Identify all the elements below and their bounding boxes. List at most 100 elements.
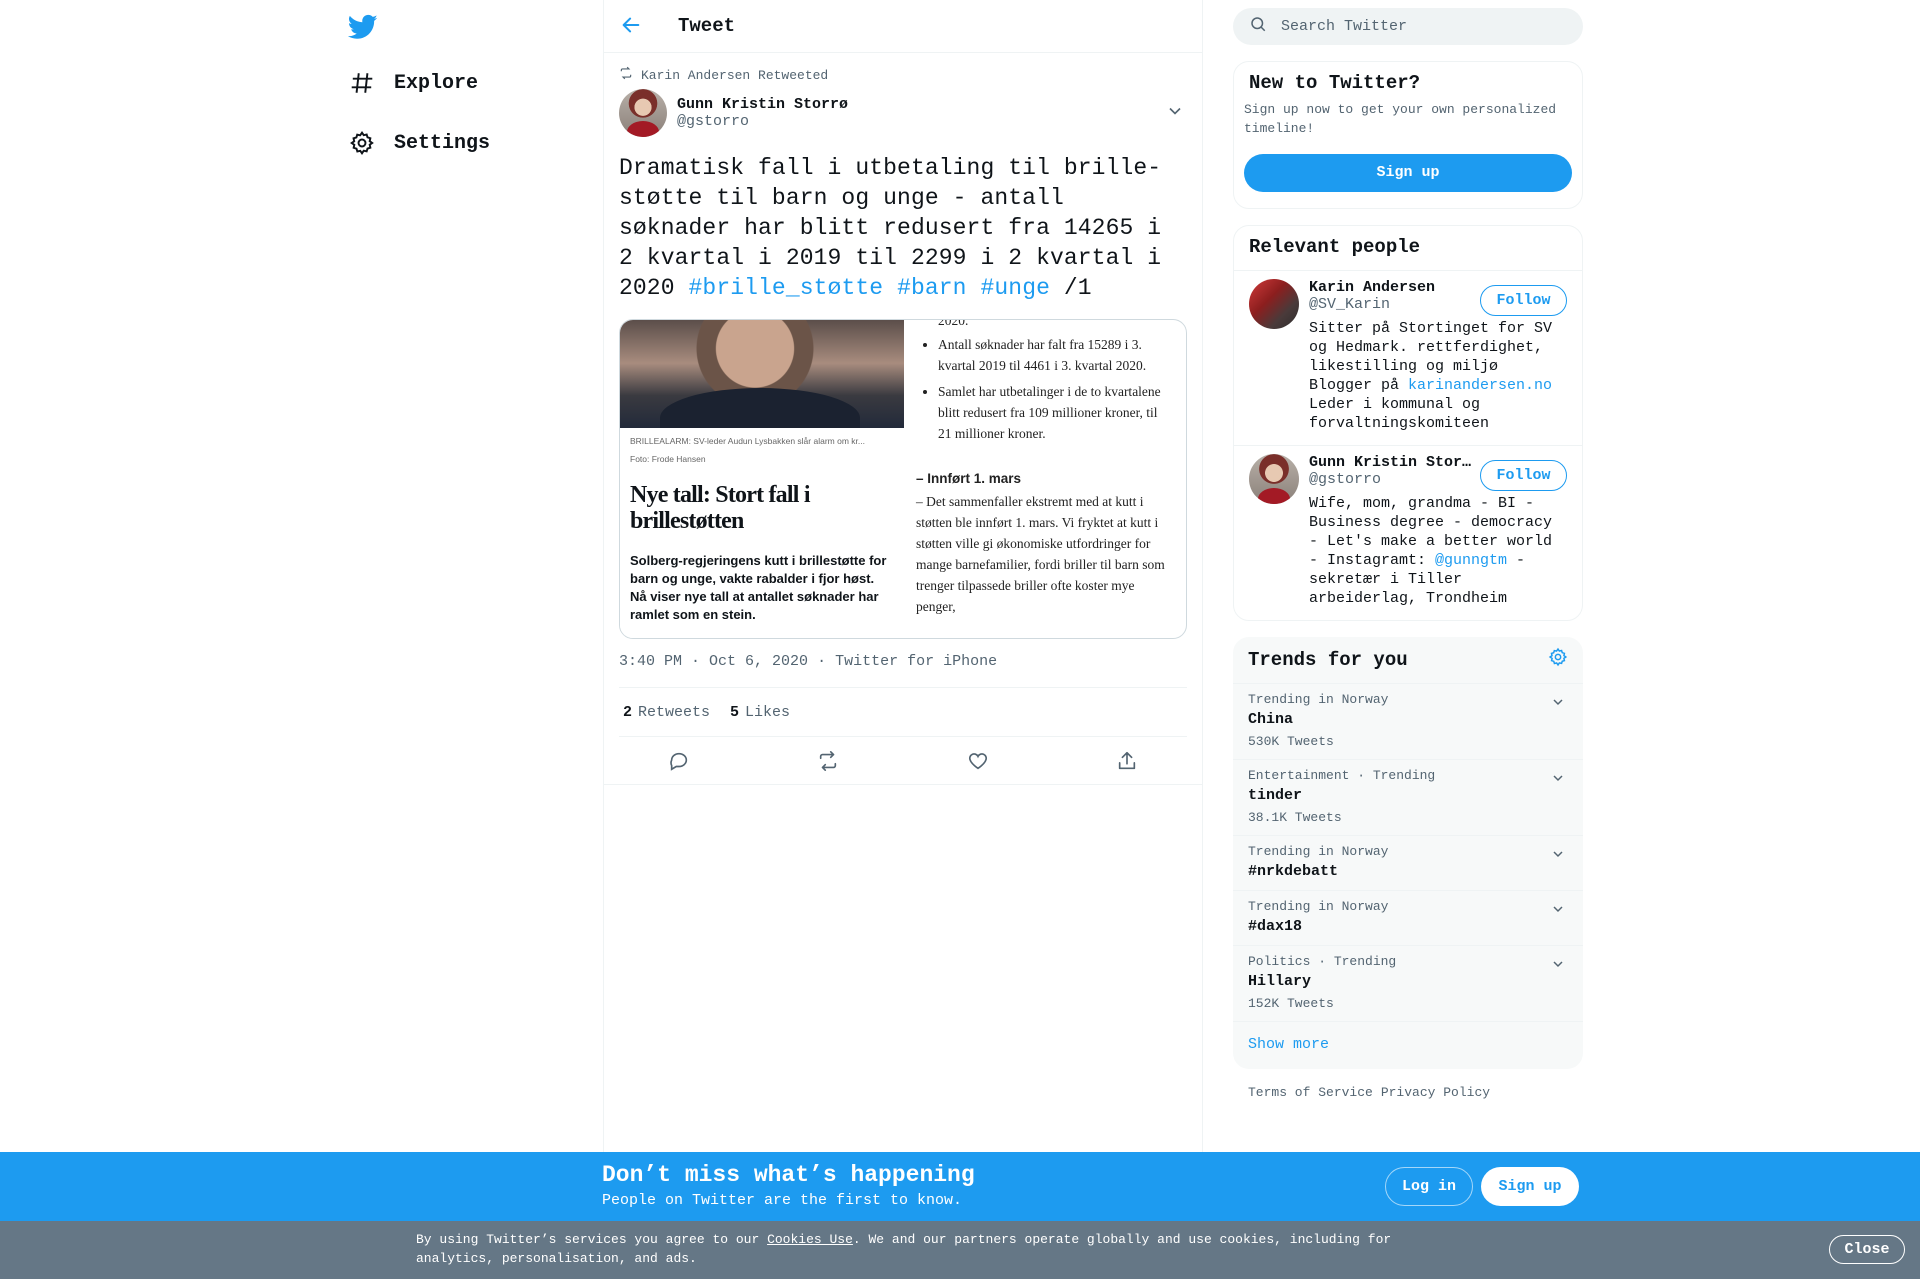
banner-signup-button[interactable]: Sign up [1481, 1167, 1579, 1206]
article-body: – Det sammenfaller ekstremt med at kutt … [916, 494, 1165, 614]
trend-context: Trending in Norway [1248, 844, 1389, 859]
trend-name: tinder [1248, 787, 1303, 804]
page-title: Tweet [678, 15, 736, 37]
retweet-icon[interactable] [815, 748, 841, 774]
author-handle[interactable]: @gstorro [677, 113, 848, 130]
hashtag-icon [348, 69, 376, 97]
tweet-date[interactable]: Oct 6, 2020 [709, 653, 808, 670]
nav-explore-label: Explore [394, 71, 479, 95]
nav-settings-label: Settings [394, 131, 491, 155]
right-sidebar: New to Twitter? Sign up now to get your … [1233, 0, 1583, 1279]
privacy-link[interactable]: Privacy Policy [1381, 1085, 1490, 1100]
trend-name: China [1248, 711, 1294, 728]
article-photo [620, 320, 904, 428]
bio-link[interactable]: @gunngtm [1435, 552, 1507, 569]
person-bio: Wife, mom, grandma - BI - Business degre… [1309, 494, 1567, 608]
trend-name: #dax18 [1248, 918, 1303, 935]
person-item[interactable]: Gunn Kristin Storrø @gstorro Wife, mom, … [1234, 446, 1582, 620]
trends-header: Trends for you [1233, 637, 1583, 684]
trend-item[interactable]: Trending in Norway #dax18 [1233, 891, 1583, 946]
article-subhead: – Innført 1. mars [916, 471, 1022, 486]
article-top-fragment: 2020. [938, 319, 969, 328]
media-left-column: BRILLEALARM: SV-leder Audun Lysbakken sl… [620, 320, 904, 638]
trend-item[interactable]: Trending in Norway China 530K Tweets [1233, 684, 1583, 760]
article-bullets: Antall søknader har falt fra 15289 i 3. … [938, 320, 1174, 444]
tweet: Karin Andersen Retweeted Gunn Kristin St… [604, 53, 1202, 785]
cookies-use-link[interactable]: Cookies Use [767, 1232, 853, 1247]
hashtag-link[interactable]: #barn [897, 275, 967, 301]
reply-icon[interactable] [666, 748, 692, 774]
tweet-media-image[interactable]: BRILLEALARM: SV-leder Audun Lysbakken sl… [619, 319, 1187, 639]
article-bullet: Antall søknader har falt fra 15289 i 3. … [938, 334, 1174, 376]
author-name[interactable]: Gunn Kristin Storrø [677, 96, 848, 113]
trend-count: 152K Tweets [1248, 996, 1334, 1011]
trend-name: #nrkdebatt [1248, 863, 1339, 880]
bio-link[interactable]: karinandersen.no [1408, 377, 1552, 394]
chevron-down-icon[interactable] [1165, 101, 1187, 123]
trend-context: Trending in Norway [1248, 899, 1389, 914]
cookie-text-before: By using Twitter’s services you agree to… [416, 1232, 768, 1247]
tweet-actions [604, 737, 1202, 785]
nav-explore[interactable]: Explore [348, 58, 478, 108]
twitter-logo-icon[interactable] [347, 12, 388, 52]
signup-banner: Don’t miss what’s happening People on Tw… [0, 1152, 1920, 1221]
trend-item[interactable]: Trending in Norway #nrkdebatt [1233, 836, 1583, 891]
avatar[interactable] [619, 89, 667, 137]
new-to-twitter-title: New to Twitter? [1249, 72, 1421, 94]
left-navigation: Explore Settings [340, 0, 600, 1279]
gear-icon[interactable] [1548, 647, 1568, 673]
chevron-down-icon[interactable] [1550, 901, 1568, 919]
chevron-down-icon[interactable] [1550, 956, 1568, 974]
banner-title: Don’t miss what’s happening [602, 1162, 975, 1188]
article-bullet: Samlet har utbetalinger i de to kvartale… [938, 381, 1174, 444]
cookie-notice: By using Twitter’s services you agree to… [0, 1221, 1920, 1279]
person-name[interactable]: Gunn Kristin Storrø [1309, 454, 1479, 471]
like-heart-icon[interactable] [965, 748, 991, 774]
retweet-small-icon [619, 66, 633, 84]
trends-card: Trends for you Trending in Norway China … [1233, 637, 1583, 1069]
avatar[interactable] [1249, 279, 1299, 329]
search-box[interactable] [1233, 8, 1583, 45]
chevron-down-icon[interactable] [1550, 770, 1568, 788]
photo-caption: BRILLEALARM: SV-leder Audun Lysbakken sl… [630, 436, 865, 446]
new-to-twitter-desc: Sign up now to get your own personalized… [1244, 102, 1557, 136]
share-icon[interactable] [1114, 748, 1140, 774]
tweet-stats: 2 Retweets 5 Likes [619, 687, 1187, 737]
relevant-people-title: Relevant people [1234, 226, 1582, 271]
retweets-count: 2 [623, 703, 633, 721]
chevron-down-icon[interactable] [1550, 694, 1568, 712]
back-arrow-icon[interactable] [620, 14, 644, 38]
banner-subtitle: People on Twitter are the first to know. [602, 1192, 963, 1209]
trend-name: Hillary [1248, 973, 1312, 990]
trend-context: Trending in Norway [1248, 692, 1389, 707]
main-column: Tweet Karin Andersen Retweeted Gunn Kris… [603, 0, 1203, 1279]
follow-button[interactable]: Follow [1480, 460, 1567, 491]
avatar[interactable] [1249, 454, 1299, 504]
person-bio-text: Leder i kommunal og forvaltningskomiteen [1309, 396, 1490, 432]
tweet-time[interactable]: 3:40 PM [619, 653, 682, 670]
tweet-header: Tweet [604, 0, 1202, 53]
likes-stat[interactable]: 5 Likes [730, 704, 790, 721]
follow-button[interactable]: Follow [1480, 285, 1567, 316]
new-to-twitter-card: New to Twitter? Sign up now to get your … [1233, 61, 1583, 209]
tweet-text: Dramatisk fall i utbetaling til brille-s… [619, 153, 1187, 303]
tweet-source[interactable]: Twitter for iPhone [835, 653, 997, 670]
login-button[interactable]: Log in [1385, 1167, 1473, 1206]
person-bio: Sitter på Stortinget for SV og Hedmark. … [1309, 319, 1567, 433]
footer-links: Terms of Service Privacy Policy [1233, 1069, 1583, 1116]
nav-settings[interactable]: Settings [348, 118, 490, 168]
chevron-down-icon[interactable] [1550, 846, 1568, 864]
person-name[interactable]: Karin Andersen [1309, 279, 1479, 296]
hashtag-link[interactable]: #unge [980, 275, 1050, 301]
show-more-link[interactable]: Show more [1233, 1022, 1583, 1069]
person-item[interactable]: Karin Andersen @SV_Karin Sitter på Stort… [1234, 271, 1582, 446]
retweets-stat[interactable]: 2 Retweets [623, 704, 710, 721]
sidebar-signup-button[interactable]: Sign up [1244, 154, 1572, 192]
search-icon [1249, 15, 1267, 38]
trend-item[interactable]: Entertainment · Trending tinder 38.1K Tw… [1233, 760, 1583, 836]
terms-link[interactable]: Terms of Service [1248, 1085, 1373, 1100]
hashtag-link[interactable]: #brille_støtte [689, 275, 884, 301]
search-input[interactable] [1281, 18, 1561, 35]
trend-item[interactable]: Politics · Trending Hillary 152K Tweets [1233, 946, 1583, 1022]
cookie-close-button[interactable]: Close [1829, 1235, 1905, 1264]
